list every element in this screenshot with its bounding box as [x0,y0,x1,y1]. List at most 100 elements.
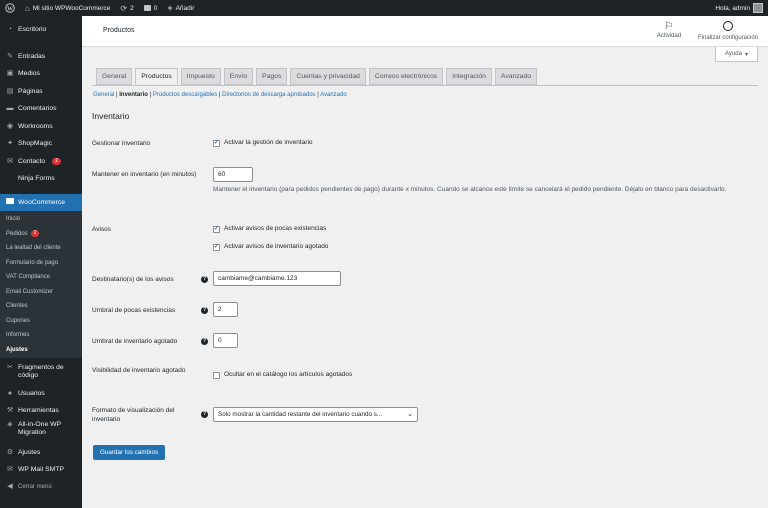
menu-shopmagic[interactable]: ✦ ShopMagic [0,136,82,154]
hold-stock-input[interactable]: 60 [213,167,253,182]
checkbox-label: Activar avisos de inventario agotado [224,243,329,250]
submenu-ajustes[interactable]: Ajustes [0,343,82,358]
home-icon: ⌂ [25,3,30,13]
recipient-input[interactable]: cambiame@cambiame.123 [213,271,341,286]
submenu-email-customizer[interactable]: Email Customizer [0,285,82,300]
hide-out-of-stock-checkbox[interactable]: Ocultar en el catálogo los artículos ago… [213,371,352,379]
menu-workrooms[interactable]: ◉ Workrooms [0,118,82,136]
collapse-menu-button[interactable]: ◀ Cerrar menú [0,478,82,495]
tab-correos[interactable]: Correos electrónicos [368,68,444,85]
submenu-pedidos[interactable]: Pedidos 2 [0,227,82,242]
chevron-down-icon: ⌄ [407,411,413,418]
flag-icon: ⚐ [664,21,674,32]
activity-button[interactable]: ⚐ Actividad [651,21,687,39]
page-title: Productos [103,27,135,34]
menu-entradas[interactable]: ✎ Entradas [0,48,82,66]
menu-herramientas[interactable]: ⚒ Herramientas [0,402,82,419]
subsection-avanzado[interactable]: Avanzado [320,92,347,98]
section-title: Inventario [92,111,130,121]
menu-label: Fragmentos de código [18,364,64,379]
checkbox-label: Activar avisos de pocas existencias [224,225,327,232]
separator: | [116,92,118,98]
tab-envio[interactable]: Envío [223,68,254,85]
menu-woocommerce[interactable]: WooCommerce [0,194,82,211]
menu-fragmentos-codigo[interactable]: ✂ Fragmentos de código [0,363,82,385]
stock-format-label: Formato de visualización del inventario [92,407,175,423]
dashboard-icon: ◔ [7,26,13,33]
notifications-label: Avisos [92,226,112,233]
menu-all-in-one-migration[interactable]: ◈ All-in-One WP Migration [0,419,82,444]
orders-count-badge: 2 [30,230,40,238]
tab-integracion[interactable]: Integración [446,68,492,85]
comments-link[interactable]: 0 [139,0,163,16]
code-snippets-icon: ✂ [7,364,13,371]
new-content-link[interactable]: + Añadir [162,0,199,16]
contact-count-badge: 2 [52,158,61,166]
separator: | [218,92,221,98]
menu-label: Ajustes [18,448,41,456]
menu-medios[interactable]: ▣ Medios [0,66,82,84]
menu-paginas[interactable]: ▤ Páginas [0,83,82,101]
help-tip-icon[interactable]: ? [201,276,208,283]
tab-general[interactable]: General [96,68,133,85]
updates-count: 2 [130,4,134,12]
menu-label: Herramientas [18,406,59,414]
menu-label: Páginas [18,87,43,95]
menu-usuarios[interactable]: ● Usuarios [0,385,82,402]
tab-impuesto[interactable]: Impuesto [180,68,221,85]
submenu-informes[interactable]: Informes [0,328,82,343]
save-button[interactable]: Guardar los cambios [93,445,166,460]
admin-bar: W ⌂ Mi sitio WPWooCommerce ⟳ 2 0 + Añadi… [0,0,768,16]
checkbox-checked-icon: ✓ [213,139,220,147]
plus-icon: + [167,3,173,13]
tab-productos[interactable]: Productos [135,68,178,85]
tab-avanzado[interactable]: Avanzado [494,68,538,85]
menu-comentarios[interactable]: ▬ Comentarios [0,101,82,119]
out-of-stock-threshold-input[interactable]: 0 [213,333,238,348]
help-tip-icon[interactable]: ? [201,338,208,345]
submenu-lealtad[interactable]: La lealtad del cliente [0,241,82,256]
subsection-inventario[interactable]: Inventario [119,92,148,98]
out-of-stock-notification-checkbox[interactable]: ✓ Activar avisos de inventario agotado [213,243,328,251]
menu-label: Workrooms [18,122,53,130]
menu-label: WooCommerce [18,198,66,206]
subsection-nav: General | Inventario | Productos descarg… [93,92,347,98]
submenu-inicio[interactable]: Inicio [0,212,82,227]
submenu-label: VAT Compliance [6,274,51,281]
subsection-descargables[interactable]: Productos descargables [153,92,217,98]
menu-contacto[interactable]: ✉ Contacto 2 [0,153,82,171]
low-stock-notification-checkbox[interactable]: ✓ Activar avisos de pocas existencias [213,225,326,233]
wp-logo-button[interactable]: W [0,0,20,16]
site-name-link[interactable]: ⌂ Mi sitio WPWooCommerce [20,0,115,16]
hold-stock-label: Mantener en inventario (en minutos) [92,171,197,178]
help-tip-icon[interactable]: ? [201,307,208,314]
help-tip-icon[interactable]: ? [201,411,208,418]
menu-escritorio[interactable]: ◔ Escritorio [0,23,82,37]
subsection-general[interactable]: General [93,92,114,98]
tabs-divider [92,85,758,86]
submenu-vat-compliance[interactable]: VAT Compliance [0,270,82,285]
checkbox-unchecked-icon [213,371,220,379]
stock-format-select[interactable]: Solo mostrar la cantidad restante del in… [213,407,418,422]
submenu-cupones[interactable]: Cupones [0,314,82,329]
low-stock-threshold-input[interactable]: 2 [213,302,238,317]
menu-wp-mail-smtp[interactable]: ✉ WP Mail SMTP [0,461,82,478]
tab-pagos[interactable]: Pagos [256,68,288,85]
help-button[interactable]: Ayuda ▾ [715,47,758,62]
menu-ajustes[interactable]: ⚙ Ajustes [0,444,82,461]
subsection-directorios[interactable]: Directorios de descarga aprobados [222,92,315,98]
progress-ring-icon [692,21,764,35]
separator: | [149,92,152,98]
chevron-down-icon: ▾ [744,51,748,58]
my-account-link[interactable]: Hola, admin [710,0,768,16]
recipient-label: Destinatario(s) de los avisos [92,276,174,283]
submenu-clientes[interactable]: Clientes [0,299,82,314]
manage-stock-checkbox[interactable]: ✓ Activar la gestión de inventario [213,139,313,147]
tab-cuentas-privacidad[interactable]: Cuentas y privacidad [290,68,366,85]
updates-link[interactable]: ⟳ 2 [115,0,138,16]
finish-setup-button[interactable]: Finalizar configuración [692,21,764,41]
menu-ninja-forms[interactable]: Ninja Forms [0,171,82,189]
submenu-formulario-pago[interactable]: Formulario de pago [0,256,82,271]
activity-label: Actividad [656,33,682,39]
users-icon: ● [7,389,13,397]
